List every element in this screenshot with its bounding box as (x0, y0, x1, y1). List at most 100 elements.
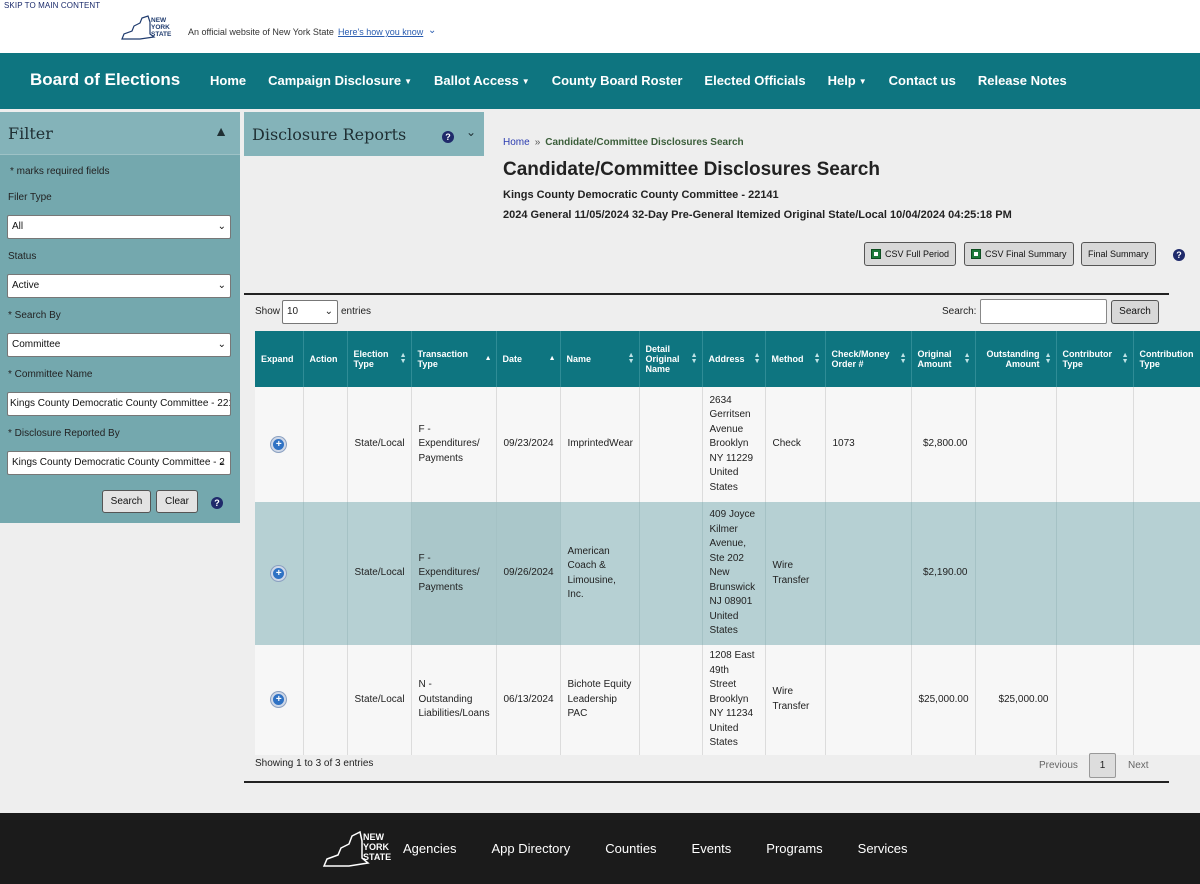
breadcrumb-home-link[interactable]: Home (503, 137, 530, 148)
caret-down-icon: ▼ (858, 77, 867, 87)
sort-both-icon: ▲ ▼ (1121, 352, 1129, 365)
col-method-label: Method (771, 354, 804, 364)
election-type-cell: State/Local (347, 645, 412, 755)
sort-both-icon: ▲ ▼ (813, 352, 821, 365)
breadcrumb-current: Candidate/Committee Disclosures Search (545, 137, 744, 148)
help-icon[interactable]: ? (442, 131, 454, 143)
nav-item-elected-officials[interactable]: Elected Officials (704, 73, 805, 88)
help-icon[interactable]: ? (1173, 249, 1185, 261)
ny-state-logo[interactable]: NEW YORK STATE (322, 828, 392, 875)
nav-item-campaign-disclosure[interactable]: Campaign Disclosure ▼ (268, 73, 412, 88)
entries-label: entries (341, 306, 372, 317)
nav-item-home[interactable]: Home (210, 73, 246, 88)
divider (244, 293, 1169, 295)
spreadsheet-icon (971, 248, 981, 259)
expand-plus-icon[interactable]: + (271, 436, 287, 452)
disclosure-reports-panel[interactable]: Disclosure Reports ? ⌄ (244, 112, 484, 156)
col-election-type-label: Election Type (353, 349, 389, 369)
csv-final-summary-label: CSV Final Summary (985, 249, 1067, 259)
col-election-type[interactable]: Election Type ▲ ▼ (347, 331, 412, 387)
entries-per-page-value: 10 (287, 306, 299, 317)
expand-plus-icon[interactable]: + (271, 565, 287, 581)
csv-final-summary-button[interactable]: CSV Final Summary (964, 242, 1074, 266)
committee-name-input[interactable]: Kings County Democratic County Committee… (7, 392, 231, 416)
col-transaction-type[interactable]: Transaction Type ▲ (411, 331, 497, 387)
ny-state-logo[interactable]: NEW YORK STATE (120, 14, 180, 47)
pagination-previous[interactable]: Previous (1039, 760, 1078, 771)
nav-item-label: Ballot Access (433, 73, 519, 88)
col-check-number[interactable]: Check/Money Order # ▲ ▼ (825, 331, 912, 387)
search-by-select[interactable]: Committee ⌄ (7, 333, 231, 357)
footer-link-programs[interactable]: Programs (766, 841, 822, 856)
nav-item-label: Release Notes (977, 73, 1067, 88)
col-expand[interactable]: Expand (255, 331, 304, 387)
sort-both-icon: ▲ ▼ (627, 352, 635, 365)
footer-link-app-directory[interactable]: App Directory (491, 841, 570, 856)
col-outstanding-amount-label: Outstanding Amount (986, 349, 1040, 369)
site-brand[interactable]: Board of Elections (30, 70, 180, 90)
nav-item-contact-us[interactable]: Contact us (889, 73, 956, 88)
nav-item-county-board-roster[interactable]: County Board Roster (552, 73, 683, 88)
nav-item-help[interactable]: Help ▼ (828, 73, 867, 88)
sort-asc-icon: ▲ (548, 355, 556, 362)
logo-text-york: YORK (363, 842, 390, 852)
nav-items: Home Campaign Disclosure ▼ Ballot Access ▼ Co… (210, 73, 1067, 88)
footer-link-events[interactable]: Events (692, 841, 732, 856)
table-search-input[interactable] (980, 299, 1107, 324)
status-select[interactable]: Active ⌄ (7, 274, 231, 298)
col-date[interactable]: Date ▲ (496, 331, 561, 387)
sort-both-icon: ▲ ▼ (399, 352, 407, 365)
chevron-down-icon[interactable]: ⌄ (466, 125, 476, 139)
original-amount-cell: $2,800.00 (911, 387, 976, 502)
final-summary-button[interactable]: Final Summary (1081, 242, 1156, 266)
committee-subtitle: Kings County Democratic County Committee… (503, 189, 779, 201)
col-contribution-type[interactable]: Contribution Type (1133, 331, 1200, 387)
footer-link-agencies[interactable]: Agencies (403, 841, 456, 856)
expand-cell: + (255, 387, 304, 502)
filter-clear-button[interactable]: Clear (156, 490, 198, 513)
col-method[interactable]: Method ▲ ▼ (765, 331, 826, 387)
site-footer: NEW YORK STATE Agencies App Directory Coun… (0, 813, 1200, 884)
entries-per-page-select[interactable]: 10 ⌄ (282, 300, 338, 324)
footer-link-counties[interactable]: Counties (605, 841, 656, 856)
disclosure-reported-by-select[interactable]: Kings County Democratic County Committee… (7, 451, 231, 475)
logo-text-york: YORK (151, 24, 170, 31)
pagination-next[interactable]: Next (1128, 760, 1149, 771)
filer-type-select[interactable]: All ⌄ (7, 215, 231, 239)
logo-text-new: NEW (363, 832, 385, 842)
csv-full-period-button[interactable]: CSV Full Period (864, 242, 957, 266)
how-you-know-link[interactable]: Here's how you know (338, 27, 423, 37)
table-search-button[interactable]: Search (1111, 300, 1159, 324)
chevron-down-icon[interactable]: ⌄ (428, 25, 436, 36)
col-address[interactable]: Address ▲ ▼ (702, 331, 766, 387)
col-detail-original-name[interactable]: Detail Original Name ▲ ▼ (639, 331, 703, 387)
breadcrumb: Home » Candidate/Committee Disclosures Sea… (503, 137, 744, 148)
main-navigation: Board of Elections Home Campaign Disclosu… (0, 53, 1200, 109)
chevron-down-icon: ⌄ (217, 221, 226, 232)
election-type-cell: State/Local (347, 502, 412, 645)
nav-item-ballot-access[interactable]: Ballot Access ▼ (434, 73, 530, 88)
expand-plus-icon[interactable]: + (271, 692, 287, 707)
pagination-page-1[interactable]: 1 (1089, 753, 1116, 778)
col-name-label: Name (566, 354, 592, 364)
date-cell: 06/13/2024 (496, 645, 561, 755)
chevron-down-icon: ⌄ (324, 306, 333, 317)
col-original-amount[interactable]: Original Amount ▲ ▼ (911, 331, 976, 387)
col-name[interactable]: Name ▲ ▼ (560, 331, 640, 387)
table-search-label: Search: (942, 306, 977, 317)
check-number-cell (825, 502, 912, 645)
col-contributor-type[interactable]: Contributor Type ▲ ▼ (1056, 331, 1134, 387)
nav-item-label: Home (210, 73, 247, 88)
col-action[interactable]: Action (303, 331, 348, 387)
footer-link-services[interactable]: Services (858, 841, 908, 856)
chevron-up-icon[interactable]: ▲ (214, 123, 228, 139)
help-icon[interactable]: ? (211, 497, 223, 509)
filter-header[interactable]: Filter ▲ (0, 112, 240, 155)
contribution-type-cell (1133, 387, 1200, 502)
detail-original-name-cell (639, 502, 703, 645)
col-outstanding-amount[interactable]: Outstanding Amount ▲ ▼ (975, 331, 1057, 387)
filter-search-button[interactable]: Search (102, 490, 151, 513)
date-cell: 09/23/2024 (496, 387, 561, 502)
skip-to-main-link[interactable]: SKIP TO MAIN CONTENT (4, 1, 100, 10)
nav-item-release-notes[interactable]: Release Notes (978, 73, 1067, 88)
